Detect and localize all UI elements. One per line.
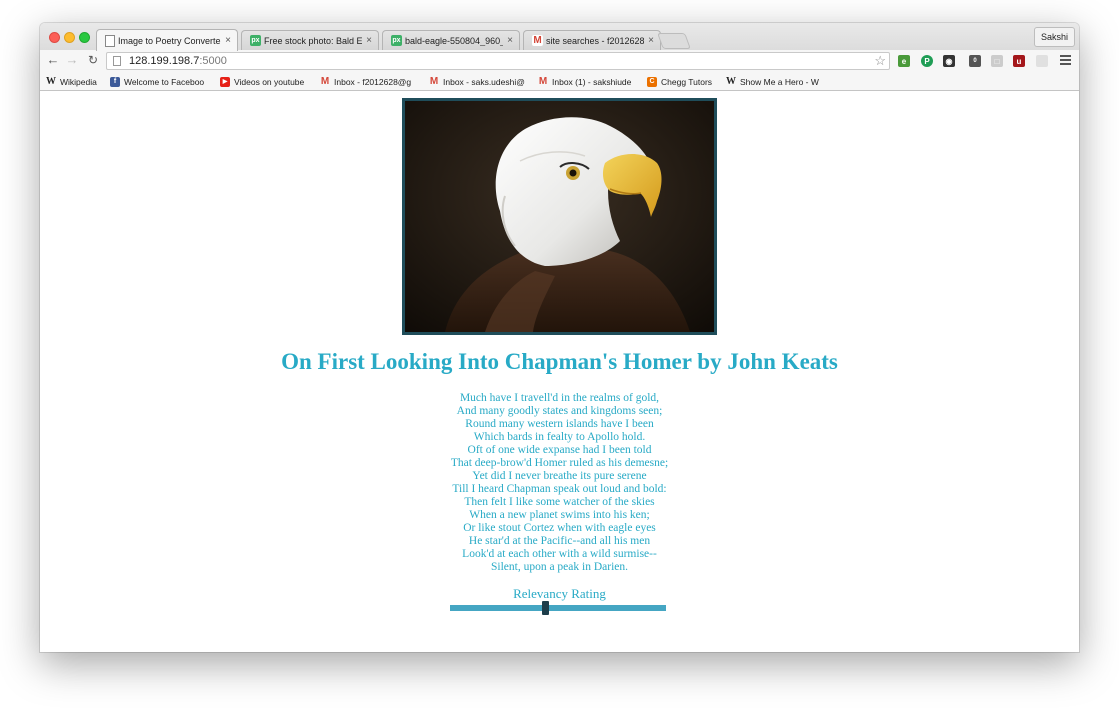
poem-line: When a new planet swims into his ken; bbox=[469, 509, 650, 521]
relevancy-rating-slider-thumb[interactable] bbox=[541, 601, 549, 615]
bookmark-chegg-tutors[interactable]: C Chegg Tutors bbox=[647, 75, 727, 88]
back-arrow-icon[interactable]: ← bbox=[46, 53, 60, 67]
reader-extension-icon[interactable] bbox=[1036, 55, 1048, 67]
close-icon[interactable]: × bbox=[648, 35, 654, 46]
poem-line: Silent, upon a peak in Darien. bbox=[490, 561, 628, 573]
forward-arrow-icon[interactable]: → bbox=[65, 53, 79, 67]
youtube-icon: ▶ bbox=[220, 76, 230, 87]
ublock-extension-icon[interactable]: u bbox=[1013, 55, 1025, 67]
chegg-icon: C bbox=[647, 76, 657, 87]
pexels-icon: px bbox=[391, 35, 402, 46]
poem-line: Oft of one wide expanse had I been told bbox=[467, 444, 652, 456]
tab-free-stock-photo[interactable]: px Free stock photo: Bald Eag × bbox=[241, 30, 379, 50]
tab-image-to-poetry[interactable]: Image to Poetry Converter × bbox=[96, 29, 238, 51]
tab-bald-eagle-image[interactable]: px bald-eagle-550804_960_7 × bbox=[382, 30, 520, 50]
evernote-extension-icon[interactable]: e bbox=[898, 55, 910, 67]
profile-button[interactable]: Sakshi bbox=[1033, 27, 1075, 47]
eagle-photo bbox=[402, 98, 717, 335]
poem-line: He star'd at the Pacific--and all his me… bbox=[468, 535, 651, 547]
bookmarks-bar: W Wikipedia f Welcome to Faceboo ▶ Video… bbox=[40, 72, 1079, 91]
menu-icon[interactable] bbox=[1060, 55, 1071, 67]
tab-strip: Image to Poetry Converter × px Free stoc… bbox=[40, 23, 1079, 51]
bookmark-youtube[interactable]: ▶ Videos on youtube bbox=[220, 75, 316, 88]
wikipedia-icon: W bbox=[46, 76, 56, 87]
chat-extension-icon[interactable]: □ bbox=[991, 55, 1003, 67]
poem-line: Or like stout Cortez when with eagle eye… bbox=[463, 522, 656, 534]
poem-line: Much have I travell'd in the realms of g… bbox=[459, 392, 660, 404]
bookmark-show-me-a-hero[interactable]: W Show Me a Hero - W bbox=[726, 75, 826, 88]
ghostery-extension-icon[interactable]: ◉ bbox=[943, 55, 955, 67]
bookmark-star-icon[interactable]: ☆ bbox=[874, 53, 886, 69]
page-icon bbox=[113, 56, 121, 66]
address-bar[interactable]: 128.199.198.7:5000 ☆ bbox=[106, 52, 890, 70]
maximize-window-button[interactable] bbox=[79, 32, 90, 43]
pexels-icon: px bbox=[250, 35, 261, 46]
minimize-window-button[interactable] bbox=[64, 32, 75, 43]
wikipedia-icon: W bbox=[726, 76, 736, 87]
poem-line: That deep-brow'd Homer ruled as his deme… bbox=[450, 457, 669, 469]
gmail-icon: M bbox=[320, 76, 330, 87]
gmail-icon: M bbox=[429, 76, 439, 87]
bookmark-inbox-3[interactable]: M Inbox (1) - sakshiude bbox=[538, 75, 638, 88]
browser-toolbar: ← → ↻ 128.199.198.7:5000 ☆ e P ◉ 0 □ u bbox=[40, 50, 1079, 72]
relevancy-rating-slider[interactable] bbox=[450, 605, 666, 611]
tab-site-searches[interactable]: M site searches - f20126286 × bbox=[523, 30, 661, 50]
counter-extension-icon[interactable]: 0 bbox=[969, 55, 981, 67]
gmail-icon: M bbox=[532, 35, 543, 46]
bookmark-facebook[interactable]: f Welcome to Faceboo bbox=[110, 75, 212, 88]
facebook-icon: f bbox=[110, 76, 120, 87]
page-icon bbox=[105, 34, 115, 47]
pushbullet-extension-icon[interactable]: P bbox=[921, 55, 933, 67]
close-icon[interactable]: × bbox=[507, 35, 513, 46]
new-tab-button[interactable] bbox=[657, 33, 691, 49]
bookmark-inbox-1[interactable]: M Inbox - f2012628@g bbox=[320, 75, 420, 88]
browser-window: Image to Poetry Converter × px Free stoc… bbox=[40, 23, 1079, 652]
poem-line: And many goodly states and kingdoms seen… bbox=[456, 405, 663, 417]
poem-line: Then felt I like some watcher of the ski… bbox=[464, 496, 655, 508]
gmail-icon: M bbox=[538, 76, 548, 87]
reload-icon[interactable]: ↻ bbox=[86, 53, 100, 67]
poem-title: On First Looking Into Chapman's Homer by… bbox=[281, 349, 838, 374]
poem-line: Look'd at each other with a wild surmise… bbox=[462, 548, 657, 560]
close-icon[interactable]: × bbox=[366, 35, 372, 46]
close-window-button[interactable] bbox=[49, 32, 60, 43]
bookmark-wikipedia[interactable]: W Wikipedia bbox=[46, 75, 106, 88]
page-content: On First Looking Into Chapman's Homer by… bbox=[40, 91, 1079, 652]
close-icon[interactable]: × bbox=[225, 35, 231, 46]
poem-line: Which bards in fealty to Apollo hold. bbox=[473, 431, 646, 443]
relevancy-rating-label: Relevancy Rating bbox=[513, 586, 606, 601]
poem-line: Round many western islands have I been bbox=[465, 418, 654, 430]
bookmark-inbox-2[interactable]: M Inbox - saks.udeshi@ bbox=[429, 75, 529, 88]
poem-line: Yet did I never breathe its pure serene bbox=[472, 470, 647, 482]
bald-eagle-image bbox=[405, 101, 714, 332]
poem-line: Till I heard Chapman speak out loud and … bbox=[452, 483, 667, 495]
poem-text: Much have I travell'd in the realms of g… bbox=[40, 392, 1079, 574]
